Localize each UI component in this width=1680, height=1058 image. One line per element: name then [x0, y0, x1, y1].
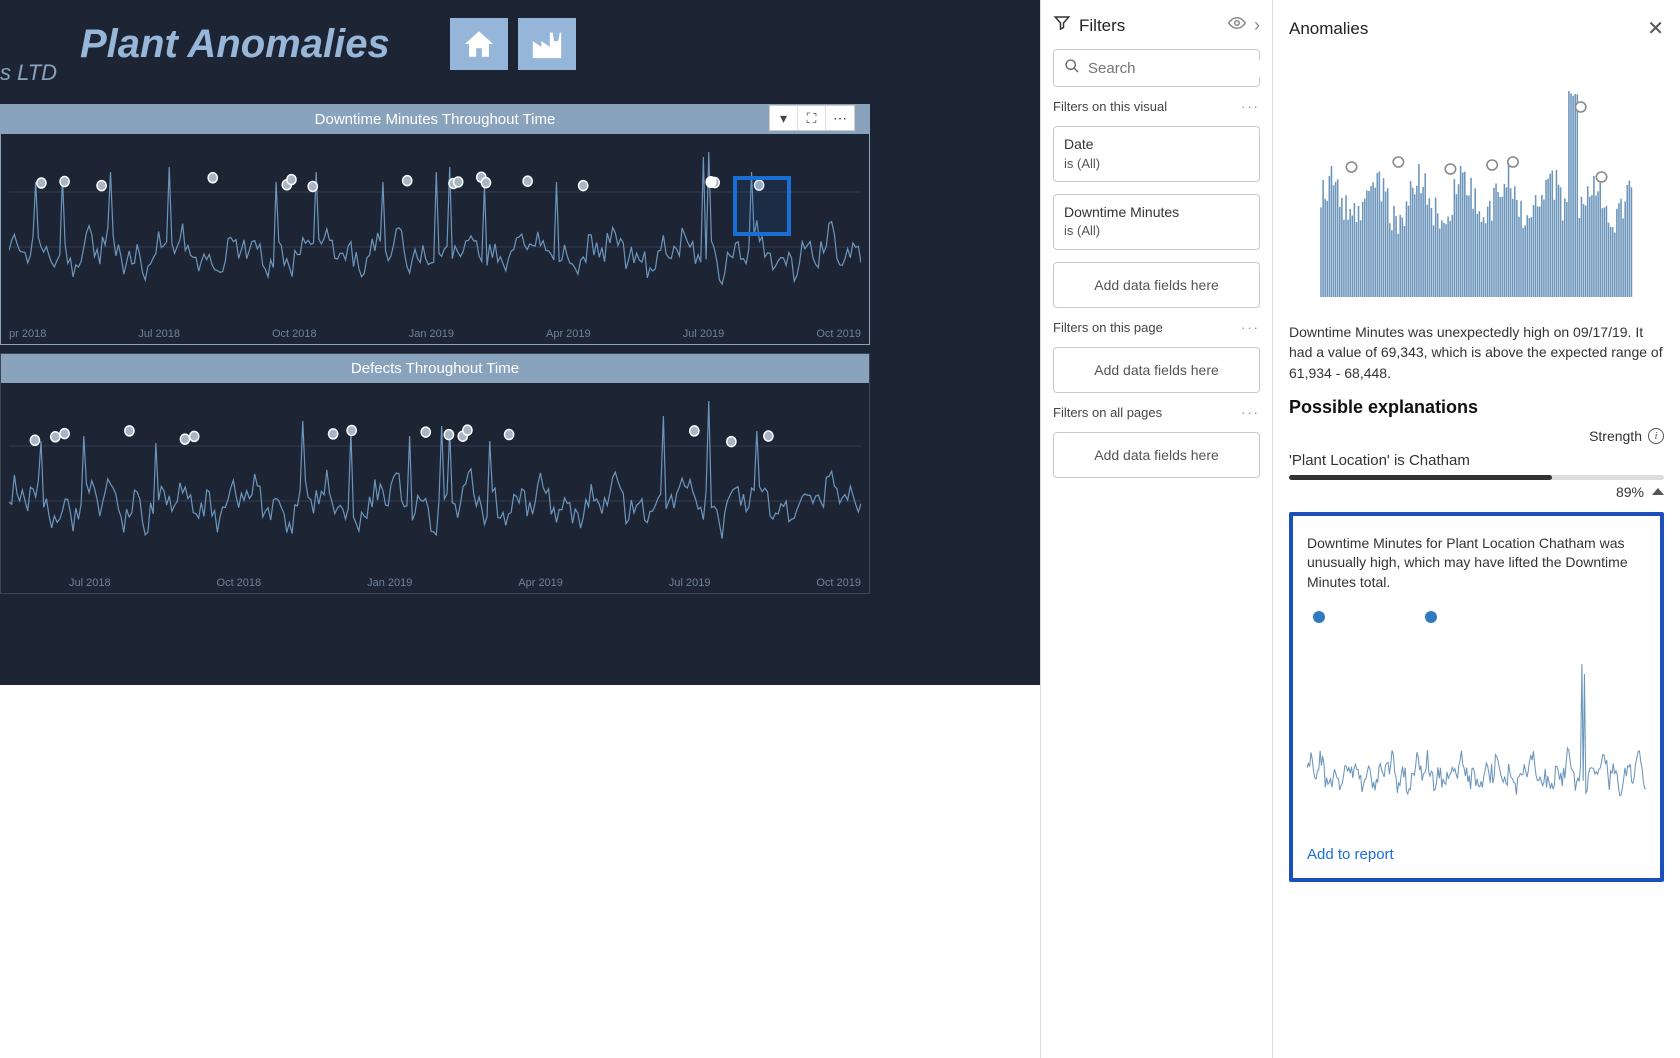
anomalies-header: Anomalies ✕ — [1289, 16, 1664, 41]
strength-bar-fill — [1289, 475, 1552, 480]
filters-header: Filters › — [1053, 14, 1260, 37]
downtime-chart[interactable]: Downtime Minutes Throughout Time pr 2018… — [0, 104, 870, 345]
section-more-icon[interactable]: ··· — [1241, 99, 1260, 114]
filter-card-date[interactable]: Date is (All) — [1053, 126, 1260, 182]
xaxis-label: Jul 2019 — [669, 577, 711, 589]
info-icon[interactable]: i — [1648, 428, 1664, 444]
filter-value: is (All) — [1064, 155, 1249, 173]
xaxis-label: Apr 2019 — [546, 328, 591, 340]
xaxis-label: pr 2018 — [9, 328, 46, 340]
filters-page-section: Filters on this page ··· — [1053, 320, 1260, 335]
explanation-label: 'Plant Location' is Chatham — [1289, 452, 1664, 469]
eye-icon[interactable] — [1228, 14, 1246, 37]
chevron-up-icon[interactable] — [1652, 488, 1664, 495]
filters-pane: Filters › Filters on this visual ··· Dat… — [1040, 0, 1272, 1058]
add-fields-page[interactable]: Add data fields here — [1053, 347, 1260, 393]
filter-card-downtime[interactable]: Downtime Minutes is (All) — [1053, 194, 1260, 250]
filter-value: is (All) — [1064, 222, 1249, 240]
filter-name: Downtime Minutes — [1064, 203, 1249, 223]
xaxis-label: Oct 2019 — [816, 328, 861, 340]
collapse-button[interactable]: › — [1254, 15, 1260, 36]
more-icon: ⋯ — [833, 110, 847, 127]
report-main: s LTD Plant Anomalies ▾ ⛶ ⋯ Downtime Min… — [0, 0, 1040, 1058]
section-label: Filters on all pages — [1053, 405, 1162, 420]
defects-chart[interactable]: Defects Throughout Time Jul 2018 Oct 201… — [0, 353, 870, 594]
explanation-chart — [1307, 629, 1646, 829]
nav-icons — [450, 18, 576, 70]
legend-dot — [1313, 611, 1325, 623]
add-fields-all[interactable]: Add data fields here — [1053, 432, 1260, 478]
downtime-chart-title: Downtime Minutes Throughout Time — [1, 105, 869, 134]
plant-button[interactable] — [518, 18, 576, 70]
downtime-chart-body: pr 2018 Jul 2018 Oct 2018 Jan 2019 Apr 2… — [1, 134, 869, 344]
downtime-chart-svg — [9, 142, 861, 322]
strength-row: Strength i — [1289, 428, 1664, 444]
visual-filter-button[interactable]: ▾ — [770, 106, 798, 130]
section-more-icon[interactable]: ··· — [1241, 405, 1260, 420]
funnel-icon — [1053, 14, 1071, 37]
search-icon — [1064, 58, 1080, 78]
anomalies-mini-chart — [1289, 47, 1664, 307]
page-title: Plant Anomalies — [80, 22, 390, 67]
xaxis-label: Oct 2018 — [272, 328, 317, 340]
anomalies-pane: Anomalies ✕ Downtime Minutes was unexpec… — [1272, 0, 1680, 1058]
filters-visual-section: Filters on this visual ··· — [1053, 99, 1260, 114]
section-label: Filters on this page — [1053, 320, 1163, 335]
visual-focus-button[interactable]: ⛶ — [798, 106, 826, 130]
strength-pct-row: 89% — [1289, 484, 1664, 500]
filters-title: Filters — [1079, 16, 1125, 36]
report-canvas: s LTD Plant Anomalies ▾ ⛶ ⋯ Downtime Min… — [0, 0, 1040, 685]
defects-chart-title: Defects Throughout Time — [1, 354, 869, 383]
factory-icon — [530, 27, 564, 61]
funnel-icon: ▾ — [780, 110, 787, 127]
strength-label: Strength — [1589, 428, 1642, 444]
section-more-icon[interactable]: ··· — [1241, 320, 1260, 335]
section-label: Filters on this visual — [1053, 99, 1167, 114]
defects-chart-body: Jul 2018 Oct 2018 Jan 2019 Apr 2019 Jul … — [1, 383, 869, 593]
downtime-xaxis: pr 2018 Jul 2018 Oct 2018 Jan 2019 Apr 2… — [9, 328, 861, 340]
xaxis-label: Oct 2019 — [816, 577, 861, 589]
defects-xaxis: Jul 2018 Oct 2018 Jan 2019 Apr 2019 Jul … — [9, 577, 861, 589]
xaxis-label: Jul 2019 — [683, 328, 725, 340]
xaxis-label: Oct 2018 — [217, 577, 262, 589]
filters-all-section: Filters on all pages ··· — [1053, 405, 1260, 420]
add-fields-visual[interactable]: Add data fields here — [1053, 262, 1260, 308]
anomaly-summary-text: Downtime Minutes was unexpectedly high o… — [1289, 322, 1664, 383]
company-label: s LTD — [0, 60, 57, 86]
visual-toolbar: ▾ ⛶ ⋯ — [769, 105, 855, 131]
xaxis-label: Jul 2018 — [138, 328, 180, 340]
xaxis-label: Apr 2019 — [518, 577, 563, 589]
strength-pct: 89% — [1616, 484, 1644, 500]
anomalies-title: Anomalies — [1289, 19, 1368, 39]
add-to-report-link[interactable]: Add to report — [1307, 846, 1394, 863]
explanation-text: Downtime Minutes for Plant Location Chat… — [1307, 534, 1646, 593]
home-icon — [462, 27, 496, 61]
filters-search[interactable] — [1053, 49, 1260, 87]
explanation-card: Downtime Minutes for Plant Location Chat… — [1289, 512, 1664, 882]
filter-name: Date — [1064, 135, 1249, 155]
close-icon[interactable]: ✕ — [1647, 16, 1664, 41]
report-header: s LTD Plant Anomalies — [0, 0, 1040, 80]
legend-dot — [1425, 611, 1437, 623]
visual-more-button[interactable]: ⋯ — [826, 106, 854, 130]
xaxis-label: Jan 2019 — [367, 577, 412, 589]
xaxis-label: Jan 2019 — [409, 328, 454, 340]
focus-icon: ⛶ — [807, 110, 817, 127]
possible-explanations-heading: Possible explanations — [1289, 397, 1664, 418]
defects-chart-svg — [9, 391, 861, 571]
strength-bar — [1289, 475, 1664, 480]
xaxis-label: Jul 2018 — [69, 577, 111, 589]
explanation-legend — [1313, 611, 1646, 623]
home-button[interactable] — [450, 18, 508, 70]
search-input[interactable] — [1088, 60, 1287, 77]
